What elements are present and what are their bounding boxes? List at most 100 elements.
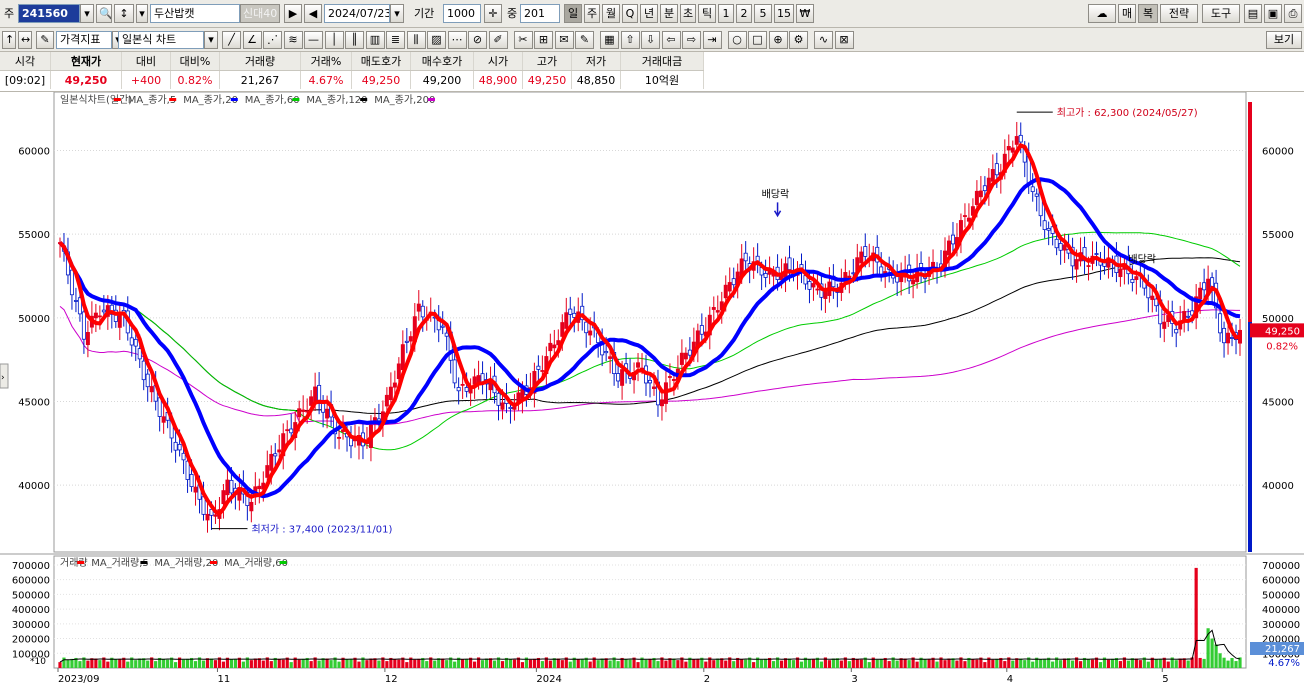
tool-button[interactable]: 매 [1118,4,1136,23]
wave-icon[interactable]: ₩ [796,4,814,23]
timeframe-button[interactable]: 15 [774,4,794,23]
sort-dropdown-icon[interactable]: ▾ [136,4,148,23]
timeframe-button[interactable]: Q [622,4,638,23]
quote-table: 시각 현재가 대비 대비% 거래량 거래% 매도호가 매수호가 시가 고가 저가 거래대금 [09:0… [0,52,704,89]
candle-body [301,409,306,412]
view-button[interactable]: 보기 [1266,31,1302,49]
pen-icon[interactable]: ✐ [488,31,508,49]
volume-bar [732,661,736,668]
quote-header: 대비% [170,52,220,71]
stock-name-field[interactable]: 두산밥캣 [150,4,240,23]
volume-bar [887,661,891,668]
channel-icon[interactable]: ║ [345,31,364,49]
candle-body [823,291,828,299]
code-input[interactable]: 241560 [18,4,80,23]
stock-chart[interactable]: 60000 6000055000 5500050000 5000045000 45000… [0,92,1304,688]
square-icon[interactable]: □ [748,31,767,49]
quote-value: 0.82% [170,70,220,89]
wave-icon[interactable]: ∿ [814,31,833,49]
candle-body [73,300,78,302]
code-dropdown-button[interactable]: ▾ [80,4,94,23]
candle-body [257,485,262,490]
timeframe-button[interactable]: 1 [718,4,734,23]
candle-body [500,402,505,410]
timeframe-button[interactable]: 초 [680,4,696,23]
date-input[interactable]: 2024/07/23 [324,4,390,23]
table-icon[interactable]: ▦ [600,31,619,49]
angle-icon[interactable]: ∠ [242,31,262,49]
volume-bar [281,659,285,668]
prev-arrow-icon[interactable]: ◀ [304,4,322,23]
legend-swatch [428,98,435,101]
cloud-icon[interactable]: ☁ [1088,4,1116,23]
jump-icon[interactable]: ⇥ [702,31,722,49]
volume-bar [154,661,158,668]
timeframe-button[interactable]: 틱 [698,4,716,23]
volume-bar [819,661,824,668]
candle-body [177,443,182,451]
timeframe-button[interactable]: 2 [736,4,752,23]
next-arrow-icon[interactable]: ▶ [284,4,302,23]
cut-icon[interactable]: ✂ [513,31,533,49]
settings-icon[interactable]: ⚙ [789,31,808,49]
volume-bar [831,658,835,668]
timeframe-button[interactable]: 년 [640,4,658,23]
dots-icon[interactable]: ⋯ [447,31,467,49]
fan-icon[interactable]: ⋰ [263,31,282,49]
chart-type-dropdown-button[interactable]: ▾ [204,31,218,49]
timeframe-button[interactable]: 월 [602,4,620,23]
zoom-icon[interactable]: ⊕ [768,31,788,49]
down-icon[interactable]: ⇩ [641,31,660,49]
fib-icon[interactable]: ≋ [283,31,303,49]
count-input[interactable]: 201 [520,4,560,23]
up-arrow-icon[interactable]: ↑ [2,31,16,49]
candle-body [1222,327,1227,344]
pattern-icon[interactable]: ▨ [427,31,446,49]
candle-body [1198,287,1203,300]
volume-bar [1031,661,1035,668]
date-dropdown-button[interactable]: ▾ [390,4,404,23]
period-input[interactable]: 1000 [443,4,481,23]
save-icon[interactable]: ▣ [1264,4,1282,23]
circle-icon[interactable]: ○ [727,31,747,49]
note-icon[interactable]: ✎ [575,31,594,49]
box-icon[interactable]: ⊞ [534,31,553,49]
candle-body [337,436,342,439]
left-icon[interactable]: ⇦ [661,31,681,49]
mail-icon[interactable]: ✉ [554,31,574,49]
candle-body [1030,186,1035,193]
vline-icon[interactable]: │ [324,31,344,49]
edit-icon[interactable]: ✎ [36,31,54,49]
cycle-icon[interactable]: ⊘ [468,31,487,49]
tool-button[interactable]: 전략 [1160,4,1198,23]
parallel-icon[interactable]: ⫼ [406,31,426,49]
trend-line-icon[interactable]: ╱ [222,31,241,49]
timeframe-button[interactable]: 5 [754,4,772,23]
search-icon[interactable]: 🔍 [96,4,112,23]
timeframe-button[interactable]: 주 [584,4,600,23]
candle-body [815,288,820,291]
chart-type-select[interactable]: 일본식 차트 [118,31,204,49]
sort-icon[interactable]: ↕ [114,4,134,23]
indicator-select[interactable]: 가격지표 [56,31,112,49]
volume-bar [1226,660,1230,668]
clear-icon[interactable]: ⊠ [834,31,854,49]
tool-button[interactable]: 복 [1138,4,1158,23]
timeframe-button[interactable]: 분 [660,4,678,23]
timeframe-button[interactable]: 일 [564,4,582,23]
volume-bar [1138,660,1142,668]
levels-icon[interactable]: ≣ [386,31,405,49]
crosshair-icon[interactable]: ✛ [484,4,502,23]
volume-bar [811,659,816,668]
up-icon[interactable]: ⇧ [620,31,640,49]
volume-bar [1210,638,1214,668]
grid-icon[interactable]: ▥ [365,31,385,49]
candle-body [117,313,122,328]
hline-icon[interactable]: — [304,31,323,49]
print-icon[interactable]: ⎙ [1284,4,1302,23]
folder-icon[interactable]: ▤ [1244,4,1262,23]
quote-value: 10억원 [620,70,704,89]
right-icon[interactable]: ⇨ [682,31,701,49]
tool-button[interactable]: 도구 [1202,4,1240,23]
horizontal-arrows-icon[interactable]: ↔ [18,31,32,49]
